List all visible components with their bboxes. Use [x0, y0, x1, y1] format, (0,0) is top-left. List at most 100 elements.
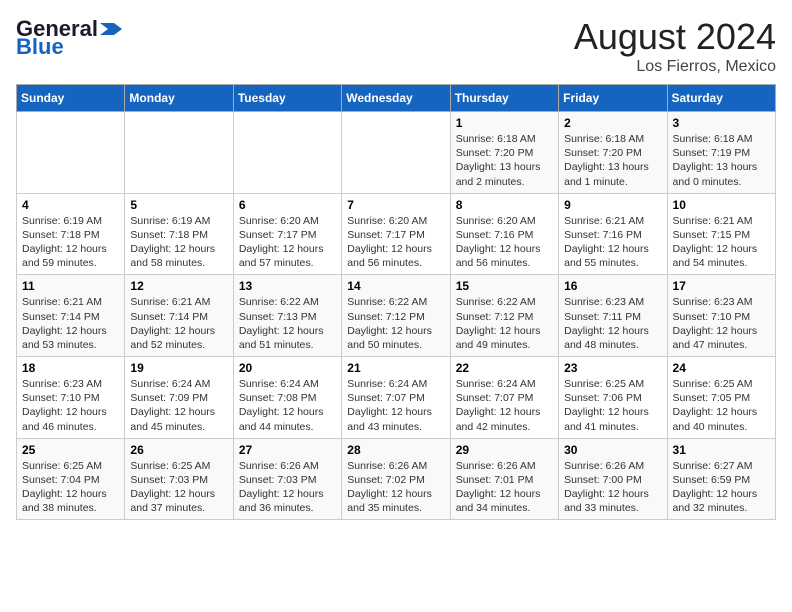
day-cell: 24 Sunrise: 6:25 AM Sunset: 7:05 PM Dayli…: [667, 357, 775, 439]
col-header-monday: Monday: [125, 85, 233, 112]
col-header-tuesday: Tuesday: [233, 85, 341, 112]
day-number: 31: [673, 443, 770, 457]
day-number: 9: [564, 198, 661, 212]
day-number: 16: [564, 279, 661, 293]
day-info: Sunrise: 6:24 AM Sunset: 7:07 PM Dayligh…: [347, 377, 444, 434]
day-info: Sunrise: 6:25 AM Sunset: 7:05 PM Dayligh…: [673, 377, 770, 434]
day-cell: [233, 112, 341, 194]
day-cell: 23 Sunrise: 6:25 AM Sunset: 7:06 PM Dayli…: [559, 357, 667, 439]
day-info: Sunrise: 6:18 AM Sunset: 7:20 PM Dayligh…: [564, 132, 661, 189]
day-info: Sunrise: 6:26 AM Sunset: 7:02 PM Dayligh…: [347, 459, 444, 516]
day-info: Sunrise: 6:22 AM Sunset: 7:12 PM Dayligh…: [347, 295, 444, 352]
day-number: 7: [347, 198, 444, 212]
day-cell: 13Sunrise: 6:22 AM Sunset: 7:13 PM Dayli…: [233, 275, 341, 357]
day-number: 1: [456, 116, 553, 130]
day-info: Sunrise: 6:24 AM Sunset: 7:08 PM Dayligh…: [239, 377, 336, 434]
day-cell: 8 Sunrise: 6:20 AM Sunset: 7:16 PM Daylig…: [450, 193, 558, 275]
day-number: 17: [673, 279, 770, 293]
day-info: Sunrise: 6:21 AM Sunset: 7:14 PM Dayligh…: [130, 295, 227, 352]
title-block: August 2024 Los Fierros, Mexico: [574, 16, 776, 76]
day-info: Sunrise: 6:26 AM Sunset: 7:01 PM Dayligh…: [456, 459, 553, 516]
header-row: SundayMondayTuesdayWednesdayThursdayFrid…: [17, 85, 776, 112]
day-info: Sunrise: 6:23 AM Sunset: 7:11 PM Dayligh…: [564, 295, 661, 352]
day-cell: 6 Sunrise: 6:20 AM Sunset: 7:17 PM Daylig…: [233, 193, 341, 275]
page-title: August 2024: [574, 16, 776, 58]
day-info: Sunrise: 6:18 AM Sunset: 7:19 PM Dayligh…: [673, 132, 770, 189]
day-info: Sunrise: 6:23 AM Sunset: 7:10 PM Dayligh…: [673, 295, 770, 352]
day-number: 11: [22, 279, 119, 293]
day-cell: 27Sunrise: 6:26 AM Sunset: 7:03 PM Dayli…: [233, 438, 341, 520]
day-info: Sunrise: 6:21 AM Sunset: 7:15 PM Dayligh…: [673, 214, 770, 271]
day-number: 28: [347, 443, 444, 457]
day-cell: [17, 112, 125, 194]
day-cell: 21 Sunrise: 6:24 AM Sunset: 7:07 PM Dayli…: [342, 357, 450, 439]
day-number: 8: [456, 198, 553, 212]
day-cell: 16 Sunrise: 6:23 AM Sunset: 7:11 PM Dayli…: [559, 275, 667, 357]
day-cell: 26Sunrise: 6:25 AM Sunset: 7:03 PM Dayli…: [125, 438, 233, 520]
week-row-5: 25Sunrise: 6:25 AM Sunset: 7:04 PM Dayli…: [17, 438, 776, 520]
day-cell: 22Sunrise: 6:24 AM Sunset: 7:07 PM Dayli…: [450, 357, 558, 439]
day-cell: 19Sunrise: 6:24 AM Sunset: 7:09 PM Dayli…: [125, 357, 233, 439]
day-info: Sunrise: 6:18 AM Sunset: 7:20 PM Dayligh…: [456, 132, 553, 189]
day-info: Sunrise: 6:24 AM Sunset: 7:07 PM Dayligh…: [456, 377, 553, 434]
day-cell: 7 Sunrise: 6:20 AM Sunset: 7:17 PM Daylig…: [342, 193, 450, 275]
logo: General Blue: [16, 16, 122, 60]
day-info: Sunrise: 6:20 AM Sunset: 7:17 PM Dayligh…: [347, 214, 444, 271]
day-number: 12: [130, 279, 227, 293]
day-number: 3: [673, 116, 770, 130]
day-number: 18: [22, 361, 119, 375]
day-cell: 9 Sunrise: 6:21 AM Sunset: 7:16 PM Daylig…: [559, 193, 667, 275]
day-cell: 20 Sunrise: 6:24 AM Sunset: 7:08 PM Dayli…: [233, 357, 341, 439]
col-header-thursday: Thursday: [450, 85, 558, 112]
day-cell: [125, 112, 233, 194]
day-cell: 1 Sunrise: 6:18 AM Sunset: 7:20 PM Daylig…: [450, 112, 558, 194]
page-subtitle: Los Fierros, Mexico: [574, 58, 776, 76]
day-info: Sunrise: 6:23 AM Sunset: 7:10 PM Dayligh…: [22, 377, 119, 434]
col-header-wednesday: Wednesday: [342, 85, 450, 112]
week-row-3: 11 Sunrise: 6:21 AM Sunset: 7:14 PM Dayli…: [17, 275, 776, 357]
day-info: Sunrise: 6:21 AM Sunset: 7:16 PM Dayligh…: [564, 214, 661, 271]
day-cell: 3 Sunrise: 6:18 AM Sunset: 7:19 PM Daylig…: [667, 112, 775, 194]
day-cell: 2 Sunrise: 6:18 AM Sunset: 7:20 PM Daylig…: [559, 112, 667, 194]
day-info: Sunrise: 6:25 AM Sunset: 7:06 PM Dayligh…: [564, 377, 661, 434]
day-info: Sunrise: 6:22 AM Sunset: 7:12 PM Dayligh…: [456, 295, 553, 352]
col-header-saturday: Saturday: [667, 85, 775, 112]
day-cell: 12 Sunrise: 6:21 AM Sunset: 7:14 PM Dayli…: [125, 275, 233, 357]
day-cell: 4Sunrise: 6:19 AM Sunset: 7:18 PM Daylig…: [17, 193, 125, 275]
day-info: Sunrise: 6:21 AM Sunset: 7:14 PM Dayligh…: [22, 295, 119, 352]
day-number: 29: [456, 443, 553, 457]
day-number: 21: [347, 361, 444, 375]
day-info: Sunrise: 6:26 AM Sunset: 7:00 PM Dayligh…: [564, 459, 661, 516]
day-number: 20: [239, 361, 336, 375]
day-number: 6: [239, 198, 336, 212]
day-cell: 15 Sunrise: 6:22 AM Sunset: 7:12 PM Dayli…: [450, 275, 558, 357]
day-number: 15: [456, 279, 553, 293]
day-cell: [342, 112, 450, 194]
day-cell: 5 Sunrise: 6:19 AM Sunset: 7:18 PM Daylig…: [125, 193, 233, 275]
col-header-sunday: Sunday: [17, 85, 125, 112]
day-info: Sunrise: 6:19 AM Sunset: 7:18 PM Dayligh…: [130, 214, 227, 271]
day-info: Sunrise: 6:27 AM Sunset: 6:59 PM Dayligh…: [673, 459, 770, 516]
day-number: 25: [22, 443, 119, 457]
day-number: 23: [564, 361, 661, 375]
day-number: 14: [347, 279, 444, 293]
day-cell: 10 Sunrise: 6:21 AM Sunset: 7:15 PM Dayli…: [667, 193, 775, 275]
week-row-4: 18 Sunrise: 6:23 AM Sunset: 7:10 PM Dayli…: [17, 357, 776, 439]
day-number: 2: [564, 116, 661, 130]
page-header: General Blue August 2024 Los Fierros, Me…: [16, 16, 776, 76]
day-info: Sunrise: 6:20 AM Sunset: 7:17 PM Dayligh…: [239, 214, 336, 271]
day-cell: 28 Sunrise: 6:26 AM Sunset: 7:02 PM Dayli…: [342, 438, 450, 520]
day-cell: 31 Sunrise: 6:27 AM Sunset: 6:59 PM Dayli…: [667, 438, 775, 520]
week-row-1: 1 Sunrise: 6:18 AM Sunset: 7:20 PM Daylig…: [17, 112, 776, 194]
day-number: 30: [564, 443, 661, 457]
day-number: 10: [673, 198, 770, 212]
day-number: 24: [673, 361, 770, 375]
day-number: 4: [22, 198, 119, 212]
day-cell: 14 Sunrise: 6:22 AM Sunset: 7:12 PM Dayli…: [342, 275, 450, 357]
day-cell: 18 Sunrise: 6:23 AM Sunset: 7:10 PM Dayli…: [17, 357, 125, 439]
logo-blue: Blue: [16, 34, 64, 60]
day-info: Sunrise: 6:20 AM Sunset: 7:16 PM Dayligh…: [456, 214, 553, 271]
day-info: Sunrise: 6:25 AM Sunset: 7:03 PM Dayligh…: [130, 459, 227, 516]
day-number: 5: [130, 198, 227, 212]
day-cell: 11 Sunrise: 6:21 AM Sunset: 7:14 PM Dayli…: [17, 275, 125, 357]
